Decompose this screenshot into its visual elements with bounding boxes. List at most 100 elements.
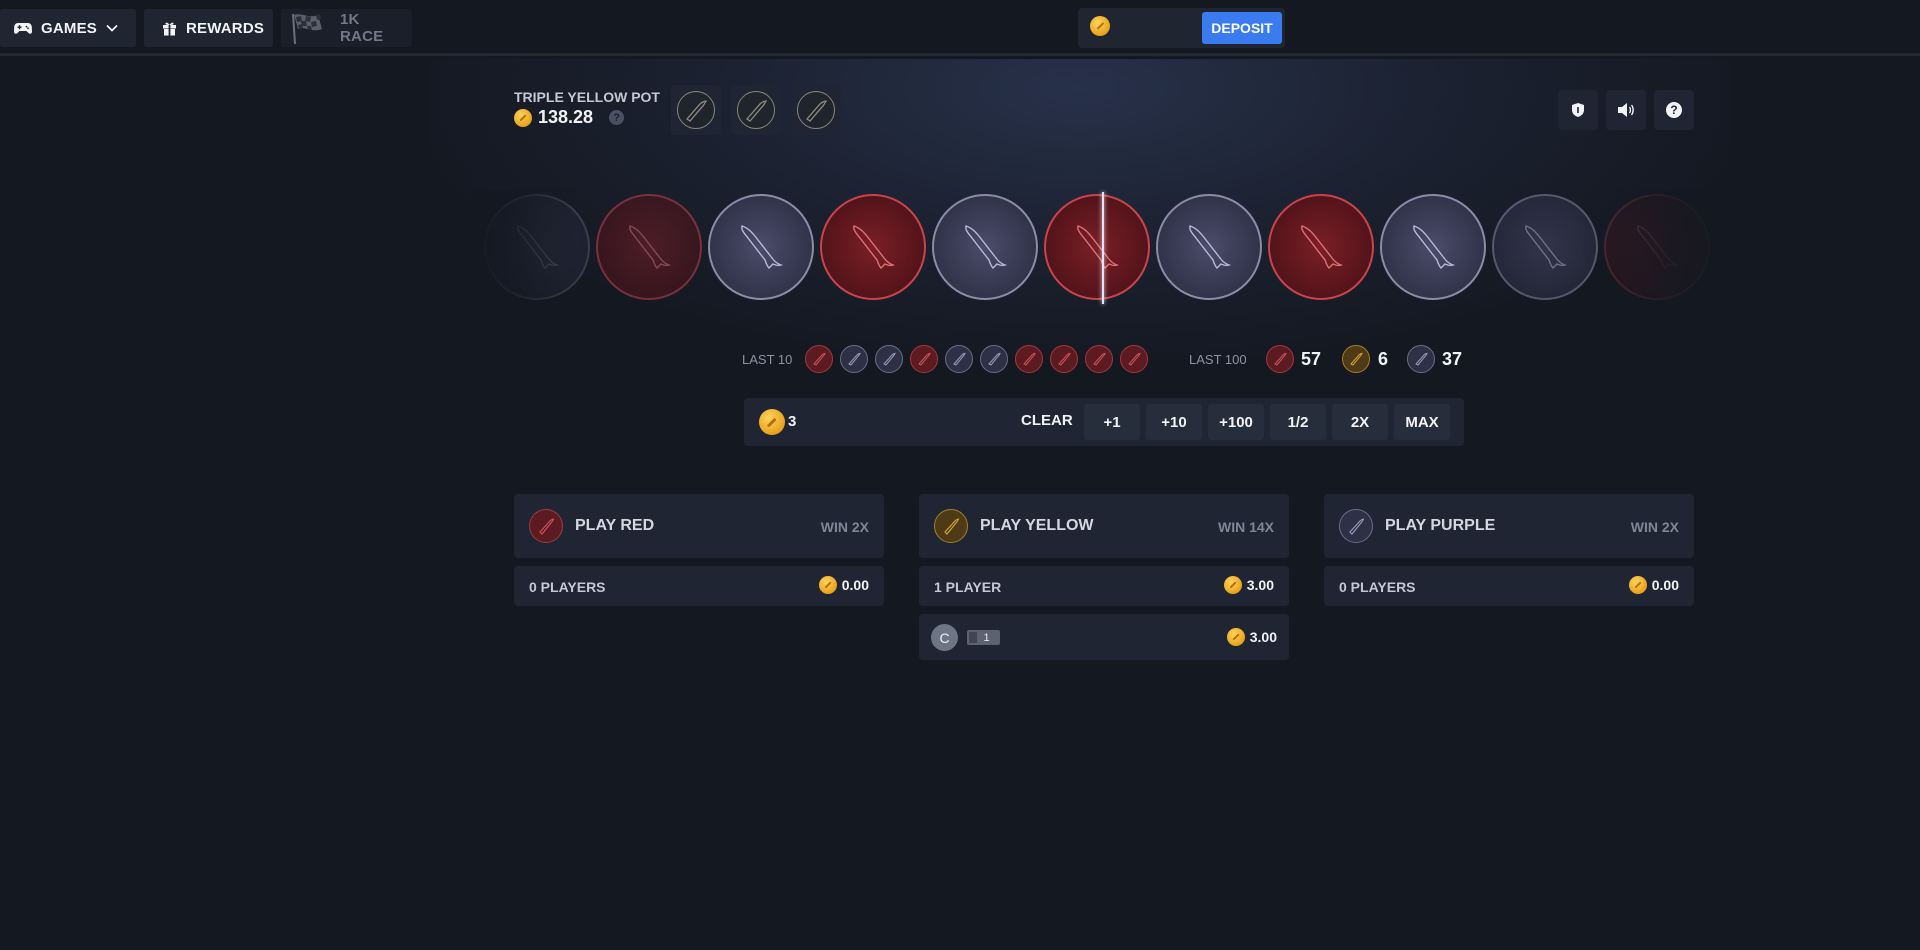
red-count: 57	[1301, 349, 1322, 369]
pot-value: 138.28 ?	[514, 107, 625, 128]
knife-icon	[1413, 225, 1456, 269]
add-1-button[interactable]: +1	[1084, 404, 1140, 440]
knife-icon	[806, 100, 828, 122]
red-wheel-slot	[820, 194, 926, 300]
players-count: 1 PLAYER	[934, 579, 1002, 595]
pot-amount: 138.28	[538, 107, 594, 127]
purple-count: 37	[1442, 349, 1463, 369]
red-wheel-slot	[1268, 194, 1374, 300]
red-history-dot	[910, 345, 938, 373]
panel-multiplier: WIN 14X	[1217, 519, 1274, 535]
panel-title: PLAY RED	[575, 517, 655, 534]
red-knife-icon	[529, 509, 563, 543]
pot-label: TRIPLE YELLOW POT	[514, 89, 660, 105]
total-bet: 0.00	[818, 576, 869, 594]
panel-multiplier: WIN 2X	[820, 519, 869, 535]
purple-history-dot	[980, 345, 1008, 373]
purple-wheel-slot	[708, 194, 814, 300]
knife-icon	[1301, 225, 1344, 269]
double-button[interactable]: 2X	[1332, 404, 1388, 440]
sound-button[interactable]	[1606, 90, 1646, 130]
total-amount: 0.00	[841, 577, 869, 593]
bet-amount-input[interactable]: 3	[788, 413, 796, 430]
player-bet: 3.00	[1226, 628, 1277, 646]
games-label: GAMES	[41, 19, 98, 37]
knife-icon	[1189, 225, 1232, 269]
total-bet: 3.00	[1223, 576, 1274, 594]
yellow-knife-icon	[934, 509, 968, 543]
total-amount: 0.00	[1651, 577, 1679, 593]
games-menu-button[interactable]: GAMES	[0, 9, 136, 47]
coin-icon	[818, 576, 837, 594]
pot-slot-1	[671, 85, 721, 135]
red-history-dot	[1050, 345, 1078, 373]
knife-icon	[1525, 225, 1568, 269]
coin-icon	[1090, 16, 1110, 36]
half-button[interactable]: 1/2	[1270, 404, 1326, 440]
avatar[interactable]: C	[931, 624, 958, 651]
knife-icon	[853, 225, 896, 269]
coin-icon	[759, 409, 785, 435]
max-button[interactable]: MAX	[1394, 404, 1450, 440]
rewards-button[interactable]: REWARDS	[144, 9, 273, 47]
player-bet-amount: 3.00	[1249, 629, 1277, 645]
add-10-button[interactable]: +10	[1146, 404, 1202, 440]
coin-icon	[1628, 576, 1647, 594]
purple-summary: 0 PLAYERS 0.00	[1324, 566, 1694, 606]
knife-icon	[1077, 225, 1120, 269]
wheel-marker	[1102, 192, 1104, 304]
pot-slot-3	[791, 85, 841, 135]
red-history-dot	[1120, 345, 1148, 373]
play-purple-button[interactable]: PLAY PURPLE WIN 2X	[1324, 494, 1694, 558]
knife-icon	[746, 100, 768, 122]
purple-wheel-slot	[932, 194, 1038, 300]
purple-wheel-slot	[1156, 194, 1262, 300]
red-history-dot	[1015, 345, 1043, 373]
fairness-button[interactable]	[1558, 90, 1598, 130]
help-button[interactable]: ?	[1654, 90, 1694, 130]
clear-button[interactable]: CLEAR	[1021, 412, 1073, 429]
last-100-label: LAST 100	[1189, 352, 1247, 367]
deposit-button[interactable]: DEPOSIT	[1202, 12, 1282, 44]
race-label: 1K RACE	[340, 11, 384, 45]
play-red-button[interactable]: PLAY RED WIN 2X	[514, 494, 884, 558]
add-100-button[interactable]: +100	[1208, 404, 1264, 440]
purple-wheel-slot	[1380, 194, 1486, 300]
coin-icon	[1223, 576, 1242, 594]
checkered-flag-icon	[292, 13, 322, 45]
coin-icon	[1226, 628, 1245, 646]
gamepad-icon	[14, 22, 32, 34]
red-wheel-slot	[596, 194, 702, 300]
purple-wheel-slot	[1492, 194, 1598, 300]
gift-icon	[163, 22, 176, 35]
wheel-fade-right	[1600, 190, 1740, 305]
play-yellow-button[interactable]: PLAY YELLOW WIN 14X	[919, 494, 1289, 558]
red-summary: 0 PLAYERS 0.00	[514, 566, 884, 606]
wheel-fade-left	[470, 190, 580, 305]
purple-history-dot	[875, 345, 903, 373]
speaker-icon	[1618, 103, 1634, 117]
level-badge: 1	[967, 630, 1000, 645]
chevron-down-icon	[106, 24, 118, 32]
yellow-summary: 1 PLAYER 3.00	[919, 566, 1289, 606]
panel-multiplier: WIN 2X	[1630, 519, 1679, 535]
player-row: C 1 3.00	[919, 614, 1289, 660]
help-icon[interactable]: ?	[609, 110, 625, 125]
knife-icon	[741, 225, 784, 269]
svg-text:?: ?	[1670, 103, 1677, 117]
purple-history-dot	[945, 345, 973, 373]
question-icon: ?	[1666, 102, 1682, 118]
yellow-count: 6	[1378, 349, 1389, 369]
red-count-icon	[1266, 345, 1294, 373]
pot-slot-2	[731, 85, 781, 135]
roulette-wheel	[476, 192, 1740, 302]
knife-icon	[965, 225, 1008, 269]
red-history-dot	[805, 345, 833, 373]
panel-title: PLAY YELLOW	[980, 517, 1094, 534]
players-count: 0 PLAYERS	[529, 579, 606, 595]
rewards-label: REWARDS	[186, 19, 265, 37]
race-button[interactable]: 1K RACE	[281, 9, 412, 47]
purple-knife-icon	[1339, 509, 1373, 543]
red-history-dot	[1085, 345, 1113, 373]
players-count: 0 PLAYERS	[1339, 579, 1416, 595]
